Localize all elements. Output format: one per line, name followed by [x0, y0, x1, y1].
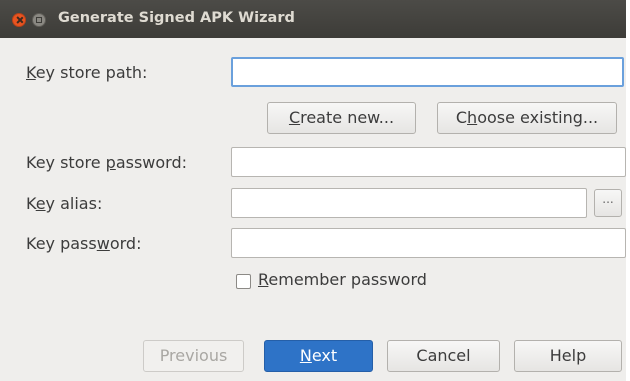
help-button[interactable]: Help: [514, 340, 622, 372]
close-window-icon[interactable]: [12, 13, 26, 27]
title-bar: Generate Signed APK Wizard: [0, 0, 626, 38]
minimize-window-icon[interactable]: [32, 13, 46, 27]
create-new-button[interactable]: Create new...: [267, 102, 416, 134]
key-alias-label: Key alias:: [26, 194, 103, 213]
next-button[interactable]: Next: [264, 340, 373, 372]
cancel-button[interactable]: Cancel: [387, 340, 500, 372]
window-title: Generate Signed APK Wizard: [58, 10, 295, 26]
generate-signed-apk-dialog: Generate Signed APK Wizard Key store pat…: [0, 0, 630, 381]
browse-key-alias-button[interactable]: ...: [594, 189, 622, 217]
keystore-path-label: Key store path:: [26, 63, 148, 82]
remember-password-checkbox[interactable]: [236, 274, 251, 289]
keystore-password-label: Key store password:: [26, 153, 188, 172]
keystore-path-input[interactable]: [231, 57, 624, 87]
remember-password-label[interactable]: Remember password: [258, 270, 427, 289]
choose-existing-button[interactable]: Choose existing...: [437, 102, 617, 134]
key-password-input[interactable]: [231, 228, 626, 258]
key-alias-input[interactable]: [231, 188, 587, 218]
keystore-password-input[interactable]: [231, 147, 626, 177]
previous-button[interactable]: Previous: [143, 340, 244, 372]
key-password-label: Key password:: [26, 234, 142, 253]
